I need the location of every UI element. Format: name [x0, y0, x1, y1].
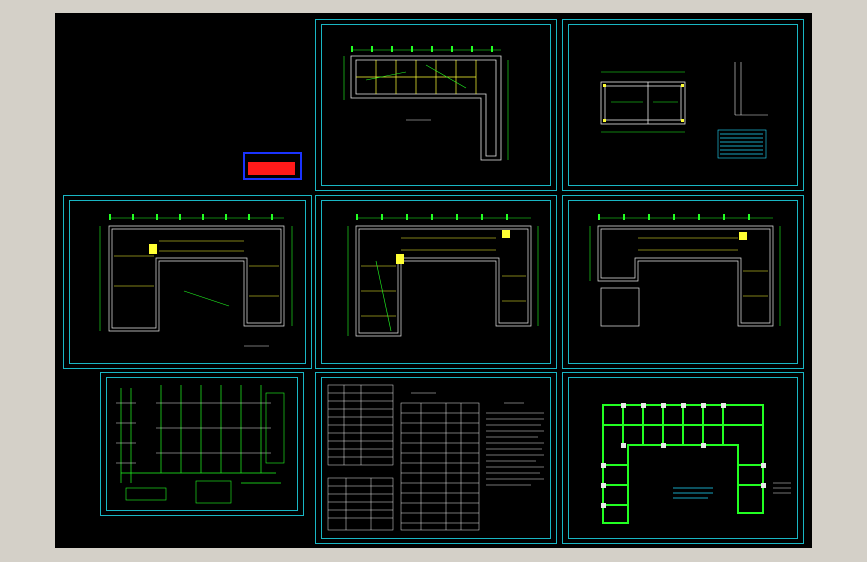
title-stamp [243, 152, 302, 180]
first-floor-plan-drawing [99, 214, 293, 347]
sheet-foundation-plan[interactable] [562, 372, 804, 544]
site-plan-drawing [343, 46, 509, 161]
stamp-red-block [248, 162, 295, 175]
schedule-notes-drawing [327, 384, 544, 531]
foundation-plan-drawing [601, 403, 791, 524]
third-floor-plan-drawing [589, 214, 781, 327]
second-floor-plan-drawing [347, 214, 539, 337]
sheet-system-diagram[interactable] [100, 372, 304, 516]
system-diagram-drawing [116, 385, 285, 504]
sheet-second-floor-plan[interactable] [315, 195, 557, 369]
sheet-site-plan[interactable] [315, 19, 557, 191]
sheet-detail[interactable] [562, 19, 804, 191]
sheet-schedule-notes[interactable] [315, 372, 557, 544]
sheet-third-floor-plan[interactable] [562, 195, 804, 369]
drawing-canvas[interactable] [55, 13, 812, 548]
detail-drawing [600, 62, 768, 159]
sheet-first-floor-plan[interactable] [63, 195, 312, 369]
